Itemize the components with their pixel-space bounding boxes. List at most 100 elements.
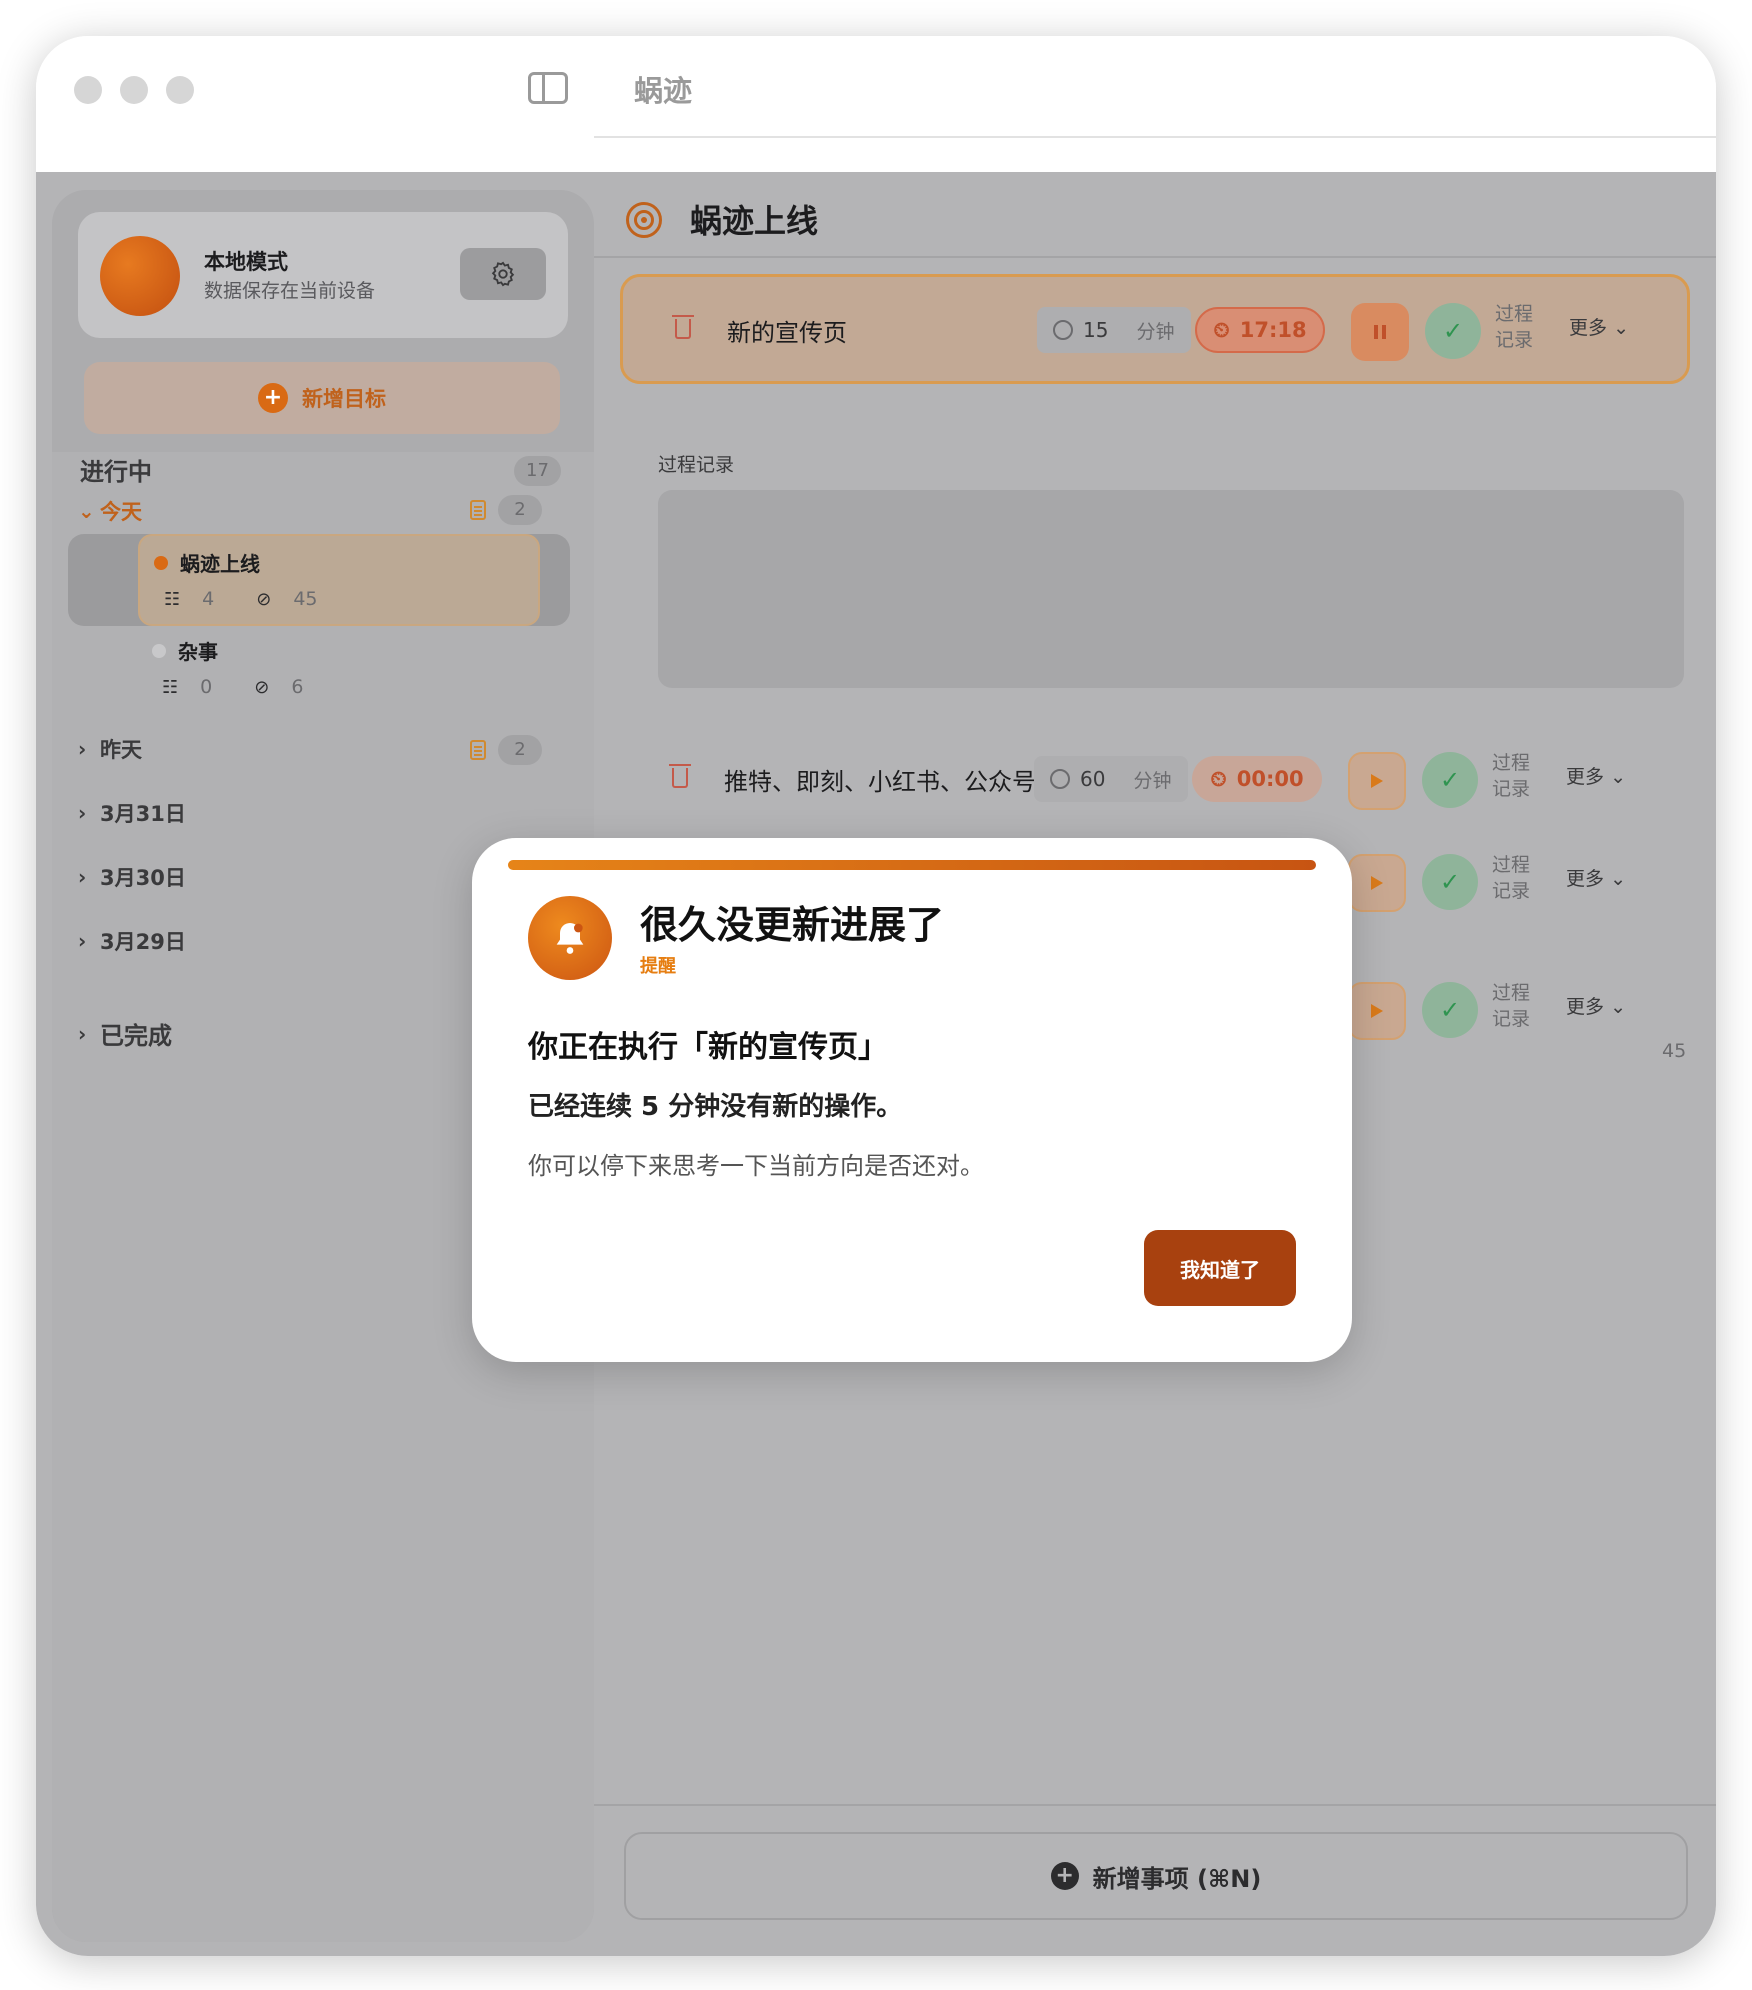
add-goal-label: 新增目标 xyxy=(302,387,386,411)
log-button[interactable]: 过程记录 xyxy=(1492,980,1540,1032)
chevron-right-icon: › xyxy=(78,737,87,761)
estimate-box[interactable]: 15 分钟 xyxy=(1037,307,1191,353)
today-count-badge: 2 xyxy=(498,495,542,525)
chevron-down-icon: ⌄ xyxy=(1610,996,1626,1018)
group-date-label: 3月30日 xyxy=(100,866,186,890)
group-date[interactable]: › 3月29日 xyxy=(78,926,186,956)
plus-circle-icon: + xyxy=(1050,1862,1079,1890)
goal-color-dot xyxy=(154,556,168,570)
goal-task-count: 0 xyxy=(200,676,213,698)
task-name: 新的宣传页 xyxy=(727,319,847,347)
chevron-down-icon: ⌄ xyxy=(1610,868,1626,890)
complete-button[interactable]: ✓ xyxy=(1425,303,1481,359)
group-today[interactable]: ⌄ 今天 xyxy=(78,496,142,526)
check-circle-icon: ⊘ xyxy=(254,676,270,698)
more-label: 更多 xyxy=(1566,868,1605,890)
profile-card: 本地模式 数据保存在当前设备 xyxy=(78,212,568,338)
group-yesterday-label: 昨天 xyxy=(100,738,142,762)
log-button[interactable]: 过程记录 xyxy=(1492,852,1540,904)
group-yesterday[interactable]: › 昨天 xyxy=(78,734,142,764)
log-button[interactable]: 过程记录 xyxy=(1492,750,1540,802)
settings-button[interactable] xyxy=(460,248,546,300)
acknowledge-button[interactable]: 我知道了 xyxy=(1144,1230,1296,1306)
goal-name: 蜗迹上线 xyxy=(180,552,260,576)
goal-stats: ☷ 4 ⊘ 45 xyxy=(164,588,318,610)
more-label: 更多 xyxy=(1566,996,1605,1018)
play-icon xyxy=(1371,774,1383,788)
goal-task-count: 4 xyxy=(202,588,215,610)
chevron-right-icon: › xyxy=(78,1021,87,1046)
reminder-dialog: 很久没更新进展了 提醒 你正在执行「新的宣传页」 已经连续 5 分钟没有新的操作… xyxy=(472,838,1352,1362)
more-menu[interactable]: 更多 ⌄ xyxy=(1566,992,1626,1019)
estimate-unit: 分钟 xyxy=(1133,769,1172,792)
log-textarea[interactable] xyxy=(658,490,1684,688)
goal-item[interactable]: 杂事 ☷ 0 ⊘ 6 xyxy=(68,624,570,716)
timer-value: 17:18 xyxy=(1239,318,1307,342)
task-name: 推特、即刻、小红书、公众号 xyxy=(724,768,1036,796)
avatar xyxy=(100,236,180,316)
check-icon: ✓ xyxy=(1439,766,1461,794)
bell-icon xyxy=(528,896,612,980)
log-button[interactable]: 过程记录 xyxy=(1495,301,1543,353)
titlebar-divider xyxy=(594,136,1716,138)
chevron-right-icon: › xyxy=(78,865,87,889)
complete-button[interactable]: ✓ xyxy=(1422,854,1478,910)
task-row-active[interactable]: 新的宣传页 15 分钟 ⏲ 17:18 ✓ 过程记录 更多 ⌄ xyxy=(620,274,1690,384)
task-row[interactable]: 推特、即刻、小红书、公众号 60 分钟 ⏲ 00:00 ✓ 过程记录 更多 ⌄ xyxy=(620,726,1690,836)
estimate-unit: 分钟 xyxy=(1136,320,1175,343)
dialog-accent-bar xyxy=(508,860,1316,870)
pause-button[interactable] xyxy=(1351,303,1409,361)
clock-icon xyxy=(1053,320,1073,340)
play-button[interactable] xyxy=(1348,982,1406,1040)
total-count: 45 xyxy=(1662,1040,1687,1062)
log-section-title: 过程记录 xyxy=(658,454,735,476)
more-menu[interactable]: 更多 ⌄ xyxy=(1569,313,1629,340)
complete-button[interactable]: ✓ xyxy=(1422,982,1478,1038)
timer-icon: ⏲ xyxy=(1210,766,1227,791)
trash-icon[interactable] xyxy=(672,315,694,339)
main-header: 蜗迹上线 xyxy=(594,172,1716,258)
profile-name: 本地模式 xyxy=(204,250,288,274)
group-completed[interactable]: › 已完成 xyxy=(78,1016,172,1051)
note-icon[interactable] xyxy=(470,500,486,520)
estimate-box[interactable]: 60 分钟 xyxy=(1034,756,1188,802)
app-title: 蜗迹 xyxy=(634,74,693,108)
task-list-icon: ☷ xyxy=(162,676,179,698)
add-item-button[interactable]: + 新增事项 (⌘N) xyxy=(624,1832,1688,1920)
timer-pill[interactable]: ⏲ 17:18 xyxy=(1195,307,1325,353)
dialog-current-task: 你正在执行「新的宣传页」 xyxy=(528,1030,888,1065)
close-window-button[interactable] xyxy=(74,76,102,104)
timer-pill[interactable]: ⏲ 00:00 xyxy=(1192,756,1322,802)
minimize-window-button[interactable] xyxy=(120,76,148,104)
more-label: 更多 xyxy=(1569,317,1608,339)
group-date[interactable]: › 3月30日 xyxy=(78,862,186,892)
play-button[interactable] xyxy=(1348,752,1406,810)
dialog-idle-message: 已经连续 5 分钟没有新的操作。 xyxy=(528,1092,903,1122)
goal-item[interactable]: 蜗迹上线 ☷ 4 ⊘ 45 xyxy=(68,534,570,626)
goal-color-dot xyxy=(152,644,166,658)
zoom-window-button[interactable] xyxy=(166,76,194,104)
play-button[interactable] xyxy=(1348,854,1406,912)
more-menu[interactable]: 更多 ⌄ xyxy=(1566,762,1626,789)
goal-item-card: 杂事 ☷ 0 ⊘ 6 xyxy=(138,624,540,716)
dialog-hint: 你可以停下来思考一下当前方向是否还对。 xyxy=(528,1152,984,1180)
chevron-down-icon: ⌄ xyxy=(1613,317,1629,339)
note-icon[interactable] xyxy=(470,740,486,760)
chevron-down-icon: ⌄ xyxy=(78,499,95,523)
play-icon xyxy=(1371,1004,1383,1018)
group-date[interactable]: › 3月31日 xyxy=(78,798,186,828)
check-icon: ✓ xyxy=(1442,317,1464,345)
more-menu[interactable]: 更多 ⌄ xyxy=(1566,864,1626,891)
check-circle-icon: ⊘ xyxy=(256,588,272,610)
trash-icon[interactable] xyxy=(669,764,691,788)
yesterday-count-badge: 2 xyxy=(498,735,542,765)
timer-icon: ⏲ xyxy=(1213,317,1230,342)
complete-button[interactable]: ✓ xyxy=(1422,752,1478,808)
check-icon: ✓ xyxy=(1439,868,1461,896)
goal-name: 杂事 xyxy=(178,640,218,664)
pause-icon xyxy=(1374,325,1386,339)
clock-icon xyxy=(1050,769,1070,789)
sidebar-toggle-icon[interactable] xyxy=(528,72,568,104)
goal-stats: ☷ 0 ⊘ 6 xyxy=(162,676,303,698)
add-goal-button[interactable]: + 新增目标 xyxy=(84,362,560,434)
